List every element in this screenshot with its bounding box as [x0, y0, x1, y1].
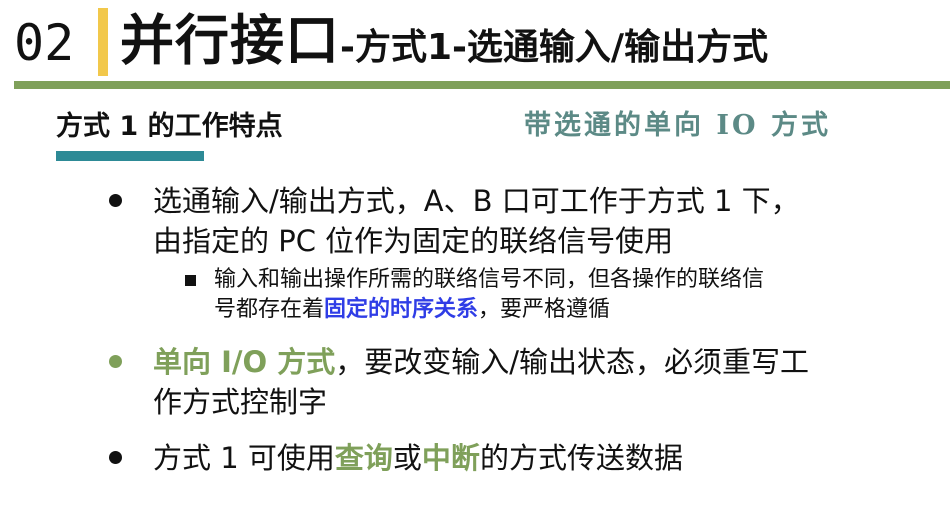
title-subtitle: -方式1-选通输入/输出方式: [340, 27, 769, 68]
subheading-underline: [56, 151, 204, 161]
bullet-3-text: 方式 1 可使用: [153, 441, 335, 475]
sub-bullet-icon: [185, 275, 196, 286]
sub-bullet-text: 号都存在着: [214, 297, 325, 322]
section-number: 02: [14, 14, 75, 72]
bullet-3-text: 或: [392, 441, 422, 475]
highlight-unidirectional: 单向 I/O 方式: [153, 345, 336, 379]
bullet-icon: [109, 451, 122, 464]
bullet-icon: [109, 194, 122, 207]
highlight-interrupt: 中断: [421, 441, 480, 475]
bullet-3-line-1: 方式 1 可使用查询或中断的方式传送数据: [153, 438, 683, 478]
bullet-1-line-1: 选通输入/输出方式，A、B 口可工作于方式 1 下，: [153, 184, 800, 218]
section-subheading: 方式 1 的工作特点: [56, 111, 283, 142]
bullet-3-text: 的方式传送数据: [479, 441, 683, 475]
slide-title: 并行接口-方式1-选通输入/输出方式: [120, 10, 768, 85]
bullet-2-text: ，要改变输入/输出状态，必须重写工: [335, 345, 810, 379]
sub-bullet-text: ，要严格遵循: [478, 297, 611, 322]
header-divider: [14, 81, 950, 89]
bullet-1-line-2: 由指定的 PC 位作为固定的联络信号使用: [153, 224, 674, 258]
bullet-icon-green: [109, 355, 122, 368]
sub-bullet-line-1: 输入和输出操作所需的联络信号不同，但各操作的联络信: [214, 267, 765, 292]
header-accent-bar: [98, 8, 108, 76]
bullet-2-line-2: 作方式控制字: [153, 385, 328, 419]
sub-bullet-line-2: 号都存在着固定的时序关系，要严格遵循: [214, 296, 610, 323]
title-main: 并行接口: [120, 9, 340, 72]
tagline: 带选通的单向 IO 方式: [524, 110, 831, 141]
highlight-timing: 固定的时序关系: [324, 297, 479, 322]
bullet-2-line-1: 单向 I/O 方式，要改变输入/输出状态，必须重写工: [153, 342, 809, 382]
highlight-polling: 查询: [334, 441, 393, 475]
